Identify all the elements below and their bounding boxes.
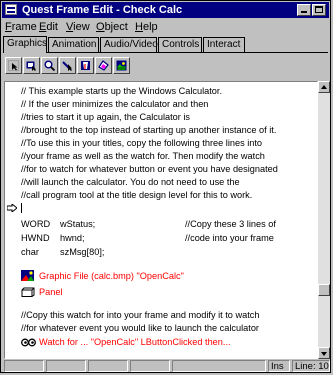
arrow-down-icon (321, 352, 327, 356)
graphic-file-icon (21, 270, 34, 281)
watch-for-icon (21, 338, 36, 347)
pointer-tool-button[interactable] (5, 57, 22, 74)
scroll-down-button[interactable] (318, 347, 330, 359)
comment-line: //call program tool at the title design … (21, 190, 253, 200)
graphic-file-object[interactable]: Graphic File (calc.bmp) "OpenCalc" (39, 271, 184, 282)
line-tool-button[interactable] (59, 57, 76, 74)
decl-type: char (21, 247, 39, 257)
app-window: Quest Frame Edit - Check Calc Frame Edit… (0, 0, 331, 373)
title-bar[interactable]: Quest Frame Edit - Check Calc (2, 2, 329, 18)
watch-for-object[interactable]: Watch for ... "OpenCalc" LButtonClicked … (39, 337, 231, 348)
scrollbar-thumb[interactable] (318, 284, 330, 297)
comment-line: //brought to the top instead of starting… (21, 125, 277, 135)
scrollbar-track[interactable] (318, 93, 330, 347)
zoom-tool-button[interactable] (41, 57, 58, 74)
frame-tool-icon (26, 61, 36, 71)
panel-icon (21, 287, 35, 297)
line-tool-icon (62, 61, 72, 71)
decl-name: wStatus; (60, 219, 96, 229)
decl-comment: //code into your frame (185, 233, 274, 243)
comment-line: // If the user minimizes the calculator … (21, 99, 209, 109)
status-panel-1 (4, 360, 44, 372)
maximize-button[interactable] (312, 4, 326, 16)
comment-line: //will launch the calculator. You do not… (21, 177, 240, 187)
frame-tool-button[interactable] (23, 57, 40, 74)
status-panel-4 (130, 360, 170, 372)
line-number-indicator: Line: 10 (292, 360, 330, 372)
current-line-pointer-icon (7, 204, 17, 212)
comment-line: //your frame as well as the watch for. T… (21, 151, 265, 161)
bucket-tool-button[interactable] (77, 57, 94, 74)
comment-line: //Copy this watch for into your frame an… (21, 310, 260, 320)
decl-name: hwnd; (60, 233, 85, 243)
picture-tool-button[interactable] (113, 57, 130, 74)
menu-bar: Frame Edit View Object Help (2, 19, 329, 34)
paint-tool-button[interactable] (95, 57, 112, 74)
zoom-tool-icon (44, 60, 55, 71)
minimize-button[interactable] (297, 4, 311, 16)
paint-tool-icon (98, 60, 109, 71)
menu-view[interactable]: View (66, 21, 90, 33)
script-editor[interactable]: // This example starts up the Windows Ca… (4, 81, 318, 359)
insert-mode-indicator: Ins (268, 360, 290, 372)
tab-divider (3, 52, 328, 53)
picture-tool-icon (116, 60, 127, 71)
comment-line: // This example starts up the Windows Ca… (21, 86, 223, 96)
menu-help[interactable]: Help (135, 21, 158, 33)
decl-name: szMsg[80]; (60, 247, 105, 257)
menu-edit[interactable]: Edit (39, 21, 58, 33)
tab-animation[interactable]: Animation (48, 37, 99, 52)
toolbar (5, 57, 326, 77)
decl-type: WORD (21, 219, 51, 229)
tab-graphics[interactable]: Graphics (3, 36, 47, 53)
editor-gutter (5, 82, 17, 358)
status-panel-5 (172, 360, 266, 372)
scroll-up-button[interactable] (318, 81, 330, 93)
tab-audio-video[interactable]: Audio/Video (100, 37, 158, 52)
arrow-up-icon (321, 85, 327, 89)
window-title: Quest Frame Edit - Check Calc (22, 4, 183, 16)
comment-line: //for whatever event you would like to l… (21, 323, 259, 333)
panel-object[interactable]: Panel (39, 287, 63, 298)
menu-object[interactable]: Object (96, 21, 128, 33)
comment-line: //To use this in your titles, copy the f… (21, 138, 263, 148)
status-bar: Ins Line: 10 (2, 360, 330, 373)
text-cursor (21, 203, 22, 213)
tab-interact[interactable]: Interact (203, 37, 245, 52)
editor-vertical-scrollbar[interactable] (318, 81, 330, 359)
comment-line: //for to watch for whatever button or ev… (21, 164, 278, 174)
decl-comment: //Copy these 3 lines of (185, 219, 276, 229)
tab-controls[interactable]: Controls (158, 37, 202, 52)
status-panel-3 (88, 360, 128, 372)
status-panel-2 (46, 360, 86, 372)
pointer-tool-icon (8, 60, 19, 71)
decl-type: HWND (21, 233, 50, 243)
system-menu-icon[interactable] (5, 4, 17, 15)
comment-line: //tries to start it up again, the Calcul… (21, 112, 191, 122)
bucket-tool-icon (81, 61, 90, 70)
menu-frame[interactable]: Frame (5, 21, 37, 33)
